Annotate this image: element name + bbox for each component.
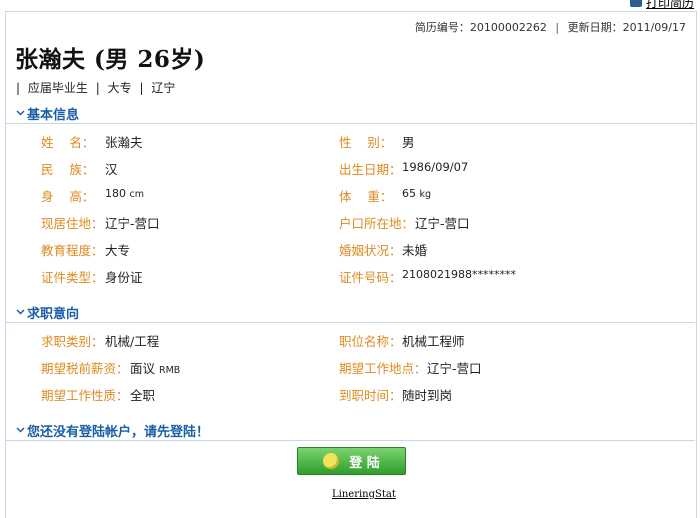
tag-education: 大专 bbox=[107, 81, 132, 95]
tag-sep: | bbox=[16, 81, 21, 95]
height-label: 身 高： bbox=[41, 189, 95, 204]
salary-value: 面议 RMB bbox=[130, 358, 180, 377]
position-label: 职位名称： bbox=[339, 334, 402, 349]
marital-value: 未婚 bbox=[402, 243, 428, 258]
birth-label: 出生日期： bbox=[339, 162, 402, 177]
salary-label: 期望税前薪资： bbox=[41, 361, 129, 376]
chevron-down-icon bbox=[16, 108, 25, 120]
top-bar: 打印简历 bbox=[0, 0, 700, 11]
resume-no-label: 简历编号： bbox=[414, 21, 470, 34]
resume-meta: 简历编号：20100002262 | 更新日期：2011/09/17 bbox=[415, 19, 686, 35]
height-value: 180 cm bbox=[105, 187, 144, 200]
name-value: 张瀚夫 bbox=[105, 135, 143, 150]
residence-value: 辽宁-营口 bbox=[105, 216, 160, 231]
section-login-prompt: 您还没有登陆帐户，请先登陆！ bbox=[6, 420, 695, 441]
location-value: 辽宁-营口 bbox=[427, 361, 482, 376]
education-label: 教育程度： bbox=[41, 243, 104, 258]
weight-number: 65 bbox=[402, 187, 420, 200]
job-nature-value: 全职 bbox=[130, 388, 156, 403]
ethnicity-label: 民 族： bbox=[41, 162, 95, 177]
tag-sep: | bbox=[95, 81, 100, 95]
login-button-label: 登 陆 bbox=[349, 455, 380, 471]
updated-date: 2011/09/17 bbox=[622, 21, 686, 34]
printer-icon bbox=[629, 0, 642, 7]
job-category-label: 求职类别： bbox=[41, 334, 104, 349]
tag-status: 应届毕业生 bbox=[27, 81, 88, 95]
id-type-value: 身份证 bbox=[105, 270, 143, 285]
resume-no: 20100002262 bbox=[469, 21, 547, 34]
start-time-value: 随时到岗 bbox=[402, 388, 453, 403]
print-resume-link[interactable]: 打印简历 bbox=[629, 0, 694, 11]
salary-currency: RMB bbox=[158, 365, 181, 376]
print-label: 打印简历 bbox=[645, 0, 694, 10]
location-label: 期望工作地点： bbox=[339, 361, 427, 376]
tag-sep: | bbox=[139, 81, 144, 95]
hukou-value: 辽宁-营口 bbox=[415, 216, 470, 231]
residence-label: 现居住地： bbox=[41, 216, 104, 231]
section-job-intent: 求职意向 bbox=[6, 302, 695, 323]
start-time-label: 到职时间： bbox=[339, 388, 402, 403]
section-title: 求职意向 bbox=[27, 307, 80, 322]
weight-label: 体 重： bbox=[339, 189, 393, 204]
candidate-tags: | 应届毕业生 | 大专 | 辽宁 bbox=[16, 79, 179, 96]
gender-label: 性 别： bbox=[339, 135, 393, 150]
id-no-label: 证件号码： bbox=[339, 270, 402, 285]
job-category-value: 机械/工程 bbox=[105, 334, 160, 349]
weight-unit: kg bbox=[419, 189, 432, 200]
section-basic-info: 基本信息 bbox=[6, 103, 695, 124]
weight-value: 65 kg bbox=[402, 187, 431, 200]
updated-label: 更新日期： bbox=[567, 21, 623, 34]
tag-province: 辽宁 bbox=[151, 81, 176, 95]
id-no-value: 2108021988******** bbox=[402, 268, 516, 281]
job-nature-label: 期望工作性质： bbox=[41, 388, 129, 403]
chevron-down-icon bbox=[16, 307, 25, 319]
gender-value: 男 bbox=[402, 135, 415, 150]
height-unit: cm bbox=[129, 189, 144, 200]
id-type-label: 证件类型： bbox=[41, 270, 104, 285]
section-title: 基本信息 bbox=[27, 108, 80, 123]
marital-label: 婚姻状况： bbox=[339, 243, 402, 258]
education-value: 大专 bbox=[105, 243, 131, 258]
meta-separator: | bbox=[555, 21, 560, 34]
candidate-name-title: 张瀚夫 (男 26岁) bbox=[15, 46, 206, 73]
height-number: 180 bbox=[105, 187, 130, 200]
footer-stat-link[interactable]: LineringStat bbox=[332, 489, 396, 500]
name-label: 姓 名： bbox=[41, 135, 95, 150]
login-button[interactable]: 登 陆 bbox=[297, 447, 406, 475]
salary-text: 面议 bbox=[130, 361, 159, 376]
chevron-down-icon bbox=[16, 425, 25, 437]
position-value: 机械工程师 bbox=[402, 334, 465, 349]
lightbulb-icon bbox=[323, 453, 340, 469]
hukou-label: 户口所在地： bbox=[339, 216, 415, 231]
ethnicity-value: 汉 bbox=[105, 162, 118, 177]
login-prompt-text: 您还没有登陆帐户，请先登陆！ bbox=[27, 425, 210, 440]
birth-value: 1986/09/07 bbox=[402, 160, 469, 174]
